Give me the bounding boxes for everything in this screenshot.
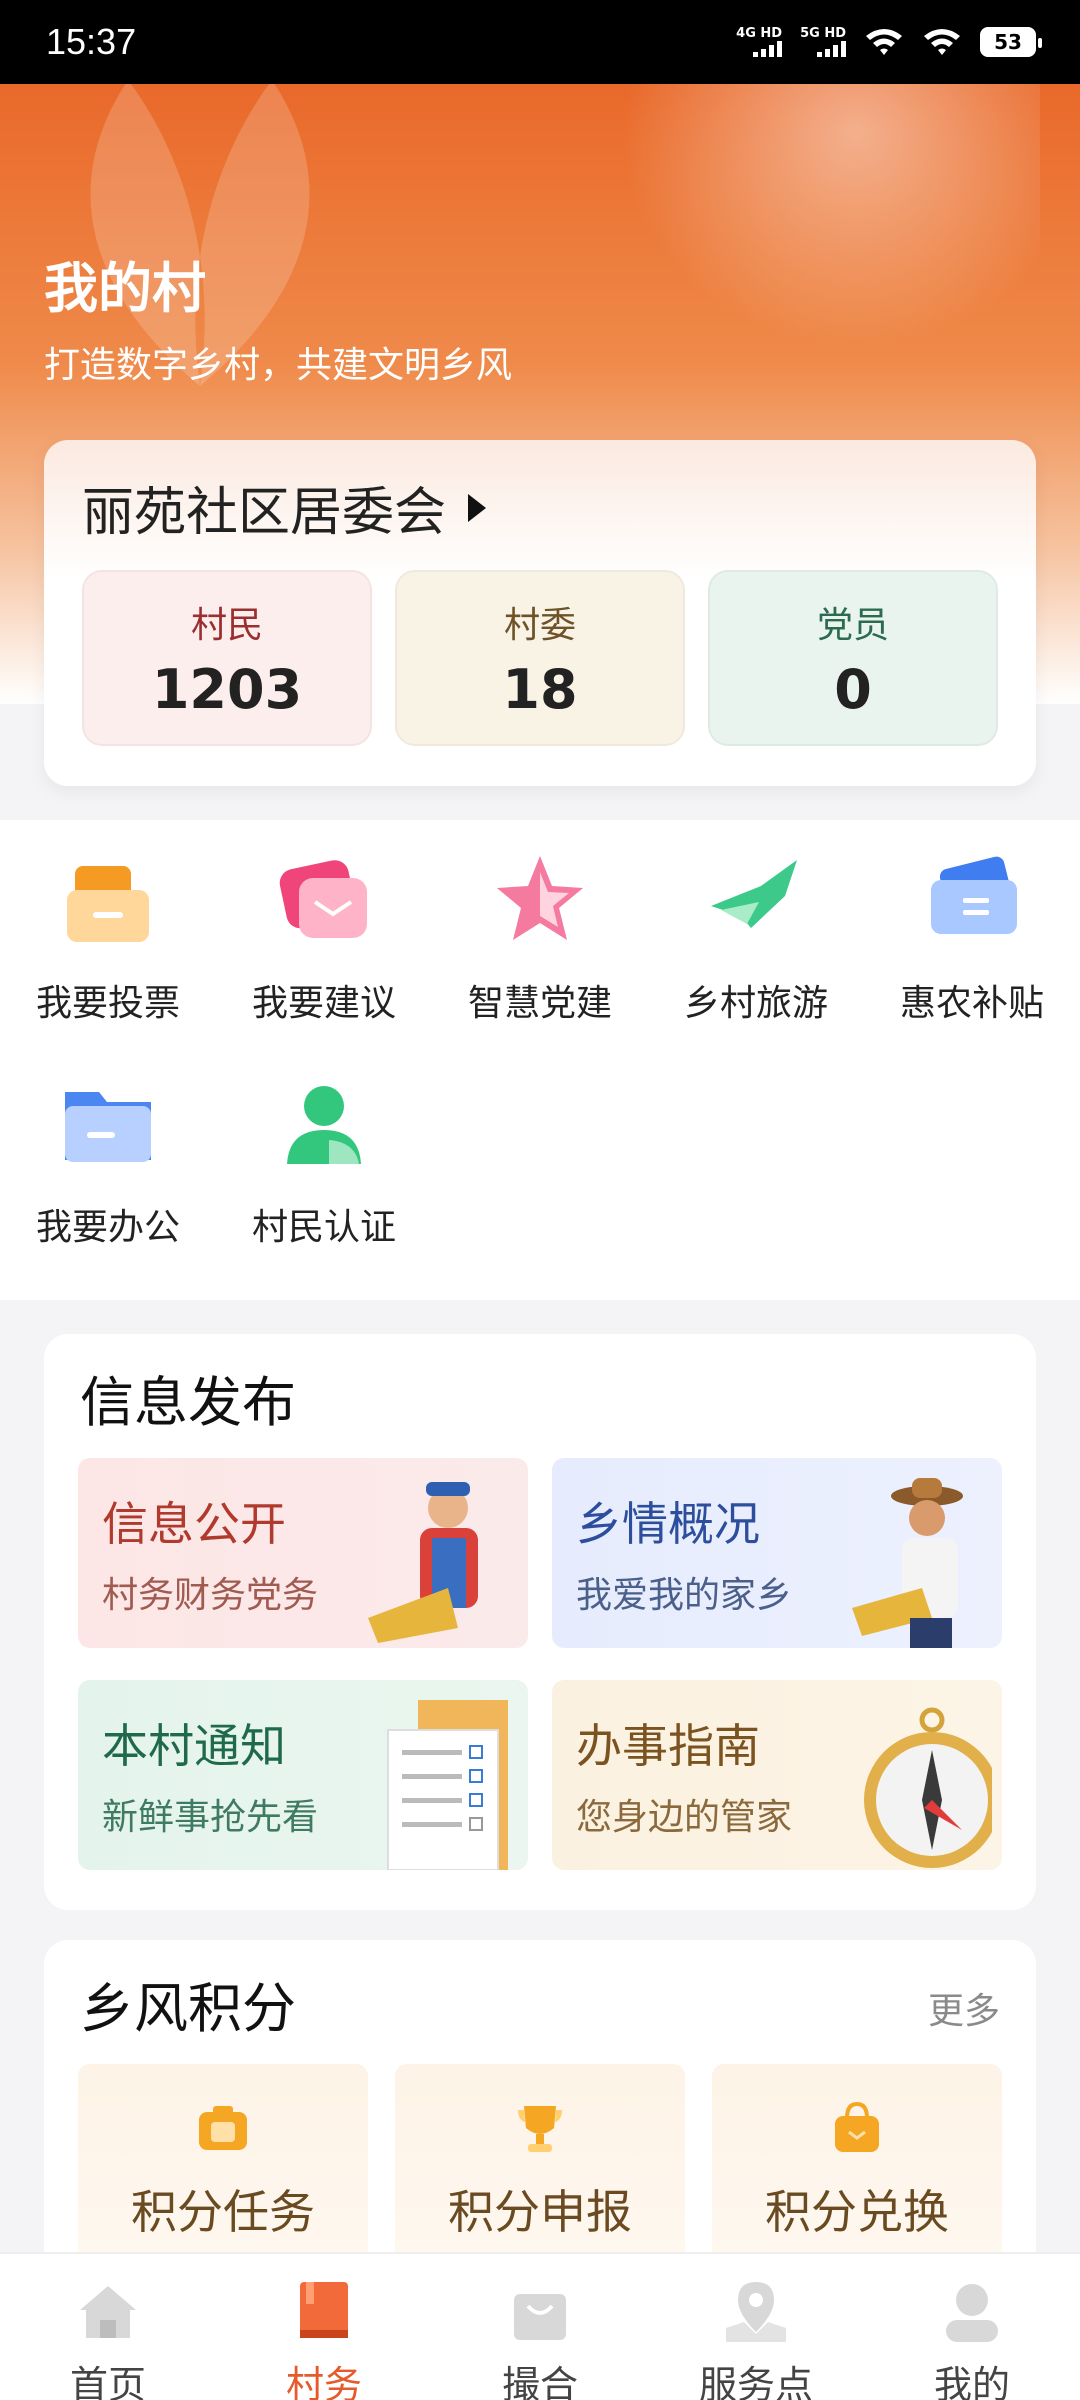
stat-label: 村民 bbox=[190, 605, 263, 646]
quick-actions-grid: 我要投票 我要建议 智慧党建 乡村旅游 惠农补贴 我要办公 村民认证 bbox=[0, 820, 1080, 1300]
points-label: 积分申报 bbox=[448, 2185, 632, 2239]
nav-label: 村务 bbox=[285, 2363, 362, 2400]
wifi-plus-icon bbox=[866, 29, 902, 55]
nav-profile[interactable]: 我的 bbox=[864, 2254, 1080, 2400]
caret-right-icon bbox=[468, 493, 487, 522]
quick-tourism[interactable]: 乡村旅游 bbox=[648, 846, 864, 1026]
trophy-icon bbox=[518, 2106, 562, 2152]
light-flare bbox=[580, 84, 1040, 384]
community-name: 丽苑社区居委会 bbox=[82, 483, 447, 543]
shopping-bag-icon bbox=[835, 2101, 879, 2152]
tile-service-guide[interactable]: 办事指南 您身边的管家 bbox=[552, 1680, 1002, 1870]
quick-party[interactable]: 智慧党建 bbox=[432, 846, 648, 1026]
nav-label: 首页 bbox=[69, 2363, 146, 2400]
tile-info-public[interactable]: 信息公开 村务财务党务 bbox=[78, 1458, 528, 1648]
quick-subsidy[interactable]: 惠农补贴 bbox=[864, 846, 1080, 1026]
network-2-label: 5G HD bbox=[800, 26, 846, 41]
bottom-nav: 首页 村务 撮合 服务点 我的 bbox=[0, 2252, 1080, 2400]
stat-label: 村委 bbox=[503, 605, 576, 646]
points-tasks[interactable]: 积分任务 bbox=[78, 2064, 368, 2264]
points-label: 积分兑换 bbox=[765, 2185, 949, 2239]
stat-label: 党员 bbox=[816, 605, 889, 646]
quick-label: 我要建议 bbox=[251, 983, 396, 1024]
book-icon bbox=[300, 2282, 348, 2338]
tile-title: 乡情概况 bbox=[576, 1497, 760, 1551]
person-icon bbox=[287, 1086, 361, 1164]
more-link[interactable]: 更多 bbox=[928, 1982, 1000, 2034]
tile-village-profile[interactable]: 乡情概况 我爱我的家乡 bbox=[552, 1458, 1002, 1648]
compass-illustration-icon bbox=[864, 1707, 992, 1868]
quick-label: 乡村旅游 bbox=[683, 983, 828, 1024]
checklist-illustration-icon bbox=[387, 1700, 508, 1870]
nav-label: 撮合 bbox=[501, 2363, 578, 2400]
ballot-icon bbox=[67, 866, 149, 942]
plane-icon bbox=[711, 860, 797, 928]
tile-subtitle: 您身边的管家 bbox=[576, 1797, 793, 1838]
map-pin-icon bbox=[726, 2282, 786, 2342]
community-card: 丽苑社区居委会 村民 1203 村委 18 党员 0 bbox=[44, 440, 1036, 786]
info-section: 信息发布 信息公开 村务财务党务 乡情概况 我爱我的家乡 本村通知 新鲜事抢先看 bbox=[44, 1334, 1036, 1910]
quick-label: 惠农补贴 bbox=[899, 983, 1044, 1024]
stat-value: 0 bbox=[834, 658, 872, 721]
nav-match[interactable]: 撮合 bbox=[432, 2254, 648, 2400]
ticket-icon bbox=[931, 856, 1017, 934]
star-icon bbox=[497, 856, 583, 940]
tile-subtitle: 新鲜事抢先看 bbox=[102, 1797, 319, 1838]
points-section: 乡风积分 更多 积分任务 积分申报 积分兑换 bbox=[44, 1940, 1036, 2264]
wifi-icon bbox=[924, 29, 960, 55]
nav-label: 服务点 bbox=[698, 2363, 813, 2400]
farmer-illustration-icon bbox=[368, 1482, 478, 1643]
battery-level: 53 bbox=[994, 30, 1022, 54]
stat-value: 18 bbox=[502, 658, 578, 721]
home-icon bbox=[80, 2286, 136, 2338]
shopping-bag-icon bbox=[514, 2294, 566, 2340]
page-subtitle: 打造数字乡村，共建文明乡风 bbox=[44, 345, 513, 386]
quick-verify[interactable]: 村民认证 bbox=[216, 1070, 432, 1250]
tile-village-notice[interactable]: 本村通知 新鲜事抢先看 bbox=[78, 1680, 528, 1870]
quick-label: 我要办公 bbox=[35, 1207, 180, 1248]
tile-subtitle: 我爱我的家乡 bbox=[576, 1575, 793, 1616]
section-title: 信息发布 bbox=[80, 1371, 296, 1434]
community-selector[interactable]: 丽苑社区居委会 bbox=[82, 470, 487, 545]
status-bar: 15:37 4G HD 5G HD 53 bbox=[0, 0, 1080, 84]
tile-title: 信息公开 bbox=[102, 1497, 286, 1551]
nav-label: 我的 bbox=[933, 2363, 1010, 2400]
user-icon bbox=[946, 2284, 998, 2342]
points-exchange[interactable]: 积分兑换 bbox=[712, 2064, 1002, 2264]
stat-party-members[interactable]: 党员 0 bbox=[708, 570, 998, 746]
points-label: 积分任务 bbox=[131, 2185, 315, 2239]
quick-label: 智慧党建 bbox=[467, 983, 612, 1024]
tile-title: 本村通知 bbox=[102, 1719, 286, 1773]
folder-icon bbox=[65, 1092, 151, 1162]
farmer-hat-illustration-icon bbox=[852, 1478, 963, 1648]
status-icons: 4G HD 5G HD 53 bbox=[736, 26, 1042, 58]
tile-subtitle: 村务财务党务 bbox=[102, 1575, 319, 1616]
quick-vote[interactable]: 我要投票 bbox=[0, 846, 216, 1026]
cellular-1-icon: 4G HD bbox=[736, 26, 783, 57]
stat-value: 1203 bbox=[151, 658, 303, 721]
section-title: 乡风积分 bbox=[80, 1977, 296, 2040]
points-declare[interactable]: 积分申报 bbox=[395, 2064, 685, 2264]
network-1-label: 4G HD bbox=[736, 26, 783, 41]
battery-icon: 53 bbox=[980, 27, 1042, 57]
nav-home[interactable]: 首页 bbox=[0, 2254, 216, 2400]
cellular-2-icon: 5G HD bbox=[800, 27, 846, 57]
quick-label: 村民认证 bbox=[251, 1207, 396, 1248]
stat-villagers[interactable]: 村民 1203 bbox=[82, 570, 372, 746]
stat-committee[interactable]: 村委 18 bbox=[395, 570, 685, 746]
nav-service-point[interactable]: 服务点 bbox=[648, 2254, 864, 2400]
page-title: 我的村 bbox=[44, 257, 206, 320]
clock: 15:37 bbox=[46, 21, 137, 62]
camera-icon bbox=[199, 2106, 247, 2150]
quick-office[interactable]: 我要办公 bbox=[0, 1070, 216, 1250]
quick-suggest[interactable]: 我要建议 bbox=[216, 846, 432, 1026]
mail-icon bbox=[279, 860, 367, 938]
quick-label: 我要投票 bbox=[35, 983, 180, 1024]
tile-title: 办事指南 bbox=[576, 1719, 760, 1773]
nav-village-affairs[interactable]: 村务 bbox=[216, 2254, 432, 2400]
